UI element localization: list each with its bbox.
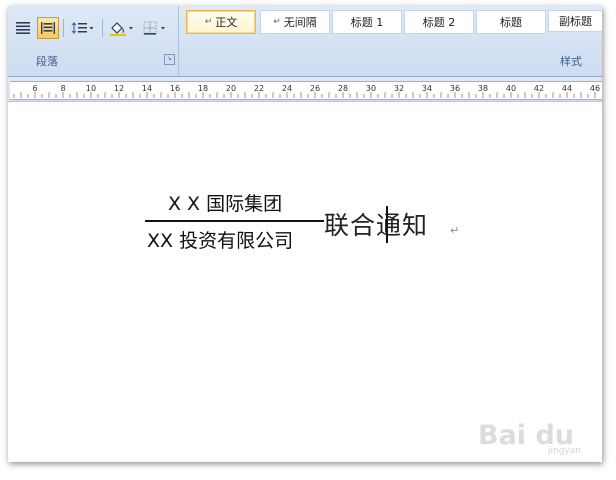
horizontal-ruler[interactable]: 6 8 10 12 14 16 18 20 22 24 26 28 30 32 34 36 38 40 42 44 46 — [10, 81, 602, 100]
ruler-label: 44 — [562, 84, 572, 93]
paragraph-group-label: 段落 — [36, 55, 58, 68]
word-window: 段落 ↘ ↵ 正文 ↵ 无间隔 标题 1 标题 2 标题 副标题 样式 6 8 … — [8, 6, 602, 462]
text-cursor — [386, 206, 388, 243]
ruler-label: 14 — [142, 84, 152, 93]
align-justify-icon — [16, 22, 30, 34]
shading-fill-icon — [110, 22, 133, 36]
ruler-label: 24 — [282, 84, 292, 93]
ruler-label: 16 — [170, 84, 180, 93]
paragraph-mark: ↵ — [450, 224, 460, 237]
ruler-label: 22 — [254, 84, 264, 93]
notice-title[interactable]: 联合通知 — [324, 206, 428, 242]
ruler-label: 42 — [534, 84, 544, 93]
ribbon: 段落 ↘ ↵ 正文 ↵ 无间隔 标题 1 标题 2 标题 副标题 样式 — [8, 6, 602, 77]
ruler-label: 12 — [114, 84, 124, 93]
fraction-bar — [145, 220, 324, 222]
paragraph-dialog-launcher-icon[interactable]: ↘ — [164, 54, 175, 65]
style-normal[interactable]: ↵ 正文 — [186, 10, 256, 34]
paragraph-tools — [12, 16, 170, 40]
style-heading-2[interactable]: 标题 2 — [404, 10, 474, 34]
ruler-label: 34 — [422, 84, 432, 93]
ruler-label: 46 — [590, 84, 600, 93]
style-label: 正文 — [215, 16, 238, 29]
style-label: 无间隔 — [283, 16, 317, 29]
line-spacing-button[interactable] — [68, 17, 98, 39]
ruler-label: 8 — [60, 84, 65, 93]
toolbar-separator — [63, 19, 64, 37]
ruler-label: 6 — [32, 84, 37, 93]
paragraph-mark-icon: ↵ — [204, 17, 213, 27]
ruler-label: 30 — [366, 84, 376, 93]
ruler-label: 20 — [226, 84, 236, 93]
line-spacing-icon — [71, 22, 94, 34]
notice-title-part-1: 联合 — [324, 211, 377, 240]
notice-title-part-2: 通知 — [376, 211, 429, 240]
style-no-spacing[interactable]: ↵ 无间隔 — [260, 10, 330, 34]
ruler-label: 32 — [394, 84, 404, 93]
borders-icon — [143, 21, 165, 35]
borders-button[interactable] — [140, 17, 170, 39]
document-page[interactable]: X X 国际集团 XX 投资有限公司 联合通知 ↵ Bai du jingyan — [8, 102, 602, 462]
distributed-align-button[interactable] — [37, 17, 59, 39]
style-label: 标题 2 — [422, 16, 456, 29]
ruler-ticks: 6 8 10 12 14 16 18 20 22 24 26 28 30 32 34 36 38 40 42 44 46 — [13, 84, 600, 98]
org-name-top[interactable]: X X 国际集团 — [168, 189, 282, 216]
ruler-label: 40 — [506, 84, 516, 93]
paragraph-mark-icon: ↵ — [273, 17, 281, 27]
style-heading-1[interactable]: 标题 1 — [332, 10, 402, 34]
quick-styles-gallery: ↵ 正文 ↵ 无间隔 标题 1 标题 2 标题 副标题 — [186, 10, 602, 44]
ruler-label: 38 — [478, 84, 488, 93]
styles-group-label: 样式 — [560, 55, 582, 68]
ruler-label: 26 — [310, 84, 320, 93]
distributed-align-icon — [41, 22, 55, 34]
style-label: 副标题 — [559, 15, 592, 28]
style-subtitle[interactable]: 副标题 — [548, 10, 602, 32]
align-justify-button[interactable] — [12, 17, 34, 39]
ruler-label: 10 — [86, 84, 96, 93]
ruler-label: 36 — [450, 84, 460, 93]
horizontal-ruler-bar: 6 8 10 12 14 16 18 20 22 24 26 28 30 32 34 36 38 40 42 44 46 — [8, 77, 602, 102]
baidu-watermark-sub: jingyan — [548, 446, 581, 456]
toolbar-separator — [102, 19, 103, 37]
style-label: 标题 — [500, 16, 522, 29]
shading-button[interactable] — [107, 17, 137, 39]
org-name-bottom[interactable]: XX 投资有限公司 — [147, 226, 293, 253]
paragraph-group: 段落 ↘ — [8, 6, 179, 76]
ruler-label: 28 — [338, 84, 348, 93]
style-label: 标题 1 — [350, 16, 384, 29]
style-title[interactable]: 标题 — [476, 10, 546, 34]
ruler-label: 18 — [198, 84, 208, 93]
